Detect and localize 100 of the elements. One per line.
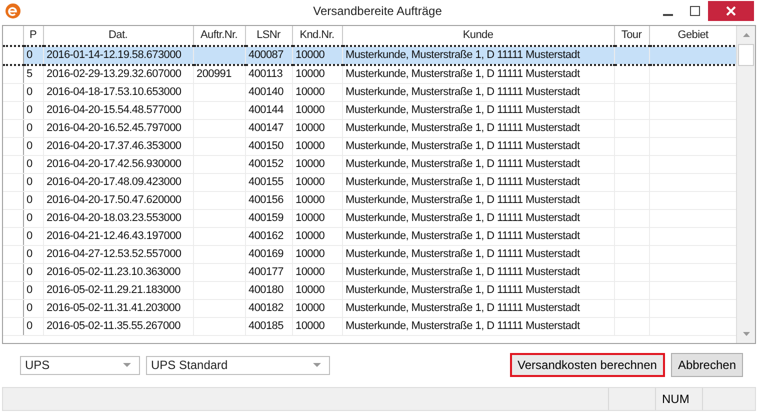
table-cell: 400156	[245, 191, 292, 210]
table-cell: Musterkunde, Musterstraße 1, D 11111 Musterstadt	[342, 317, 614, 336]
table-cell: Musterkunde, Musterstraße 1, D 11111 Musterstadt	[342, 245, 614, 264]
scroll-up-icon[interactable]	[742, 32, 750, 37]
table-row[interactable]: 0 2016-04-20-17.50.47.620000 400156 10000 Musterkunde, Musterstraße 1, D 11111 Musterstadt	[3, 191, 736, 210]
table-row[interactable]: 0 2016-05-02-11.29.21.183000 400180 10000 Musterkunde, Musterstraße 1, D 11111 Musterstadt	[3, 281, 736, 300]
table-cell: Musterkunde, Musterstraße 1, D 11111 Musterstadt	[342, 173, 614, 192]
app-logo-icon	[5, 2, 21, 19]
table-cell	[614, 46, 649, 65]
calculate-button[interactable]: Versandkosten berechnen	[510, 353, 665, 378]
table-cell: 0	[23, 155, 43, 174]
table-cell: 2016-05-02-11.31.41.203000	[43, 299, 193, 318]
cancel-button[interactable]: Abbrechen	[670, 353, 743, 378]
table-cell: 400152	[245, 155, 292, 174]
table-cell: 2016-04-27-12.53.52.557000	[43, 245, 193, 264]
table-cell: 2016-05-02-11.35.55.267000	[43, 317, 193, 336]
table-cell: 400169	[245, 245, 292, 264]
minimize-icon	[662, 14, 672, 16]
table-cell	[193, 46, 245, 65]
table-cell: 0	[23, 137, 43, 156]
table-cell: Musterkunde, Musterstraße 1, D 11111 Musterstadt	[342, 119, 614, 138]
table-cell: 400180	[245, 281, 292, 300]
table-cell: Musterkunde, Musterstraße 1, D 11111 Musterstadt	[342, 299, 614, 318]
table-cell: 10000	[292, 299, 342, 318]
table-cell: 10000	[292, 245, 342, 264]
scroll-down-icon[interactable]	[742, 332, 750, 336]
table-row[interactable]: 0 2016-04-27-12.53.52.557000 400169 10000 Musterkunde, Musterstraße 1, D 11111 Musterstadt	[3, 245, 736, 264]
scrollbar-thumb[interactable]	[738, 44, 754, 66]
table-cell: 10000	[292, 317, 342, 336]
table-cell: Musterkunde, Musterstraße 1, D 11111 Musterstadt	[342, 227, 614, 246]
dropdown-arrow-icon	[123, 363, 131, 368]
table-row[interactable]: 0 2016-05-02-11.23.10.363000 400177 10000 Musterkunde, Musterstraße 1, D 11111 Musterstadt	[3, 263, 736, 282]
table-cell: 10000	[292, 137, 342, 156]
table-cell: 400162	[245, 227, 292, 246]
window-title: Versandbereite Aufträge	[312, 4, 443, 18]
table-cell: 0	[23, 209, 43, 228]
table-cell: 400159	[245, 209, 292, 228]
table-cell: Musterkunde, Musterstraße 1, D 11111 Musterstadt	[342, 46, 614, 65]
table-cell: 2016-05-02-11.29.21.183000	[43, 281, 193, 300]
table-cell: 400087	[245, 46, 292, 65]
table-cell: 0	[23, 245, 43, 264]
table-row[interactable]: 0 2016-04-20-16.52.45.797000 400147 10000 Musterkunde, Musterstraße 1, D 11111 Musterstadt	[3, 119, 736, 138]
num-lock-indicator: NUM	[662, 392, 690, 406]
table-row[interactable]: 5 2016-02-29-13.29.32.607000 200991 400113 10000 Musterkunde, Musterstraße 1, D 11111 Musterstadt	[3, 64, 736, 84]
table-cell: 400182	[245, 299, 292, 318]
table-row[interactable]: 0 2016-01-14-12.19.58.673000 400087 10000 Musterkunde, Musterstraße 1, D 11111 Musterstadt	[3, 46, 736, 65]
table-cell: 2016-04-20-18.03.23.553000	[43, 209, 193, 228]
carrier-dropdown[interactable]: UPS	[20, 356, 140, 375]
table-cell: 10000	[292, 155, 342, 174]
scrollbar[interactable]	[736, 26, 755, 343]
table-cell: 2016-01-14-12.19.58.673000	[43, 46, 193, 65]
table-cell: 400144	[245, 101, 292, 120]
table-cell: 10000	[292, 209, 342, 228]
table-cell: Musterkunde, Musterstraße 1, D 11111 Musterstadt	[342, 83, 614, 102]
table-cell: 400113	[245, 64, 292, 84]
close-button[interactable]	[708, 0, 754, 21]
dropdown-arrow-icon	[313, 363, 321, 368]
table-cell: Musterkunde, Musterstraße 1, D 11111 Musterstadt	[342, 191, 614, 210]
table-row[interactable]: 0 2016-04-20-17.37.46.353000 400150 10000 Musterkunde, Musterstraße 1, D 11111 Musterstadt	[3, 137, 736, 156]
table-cell: 0	[23, 191, 43, 210]
table-row[interactable]: 0 2016-05-02-11.35.55.267000 400185 10000 Musterkunde, Musterstraße 1, D 11111 Musterstadt	[3, 317, 736, 336]
row-header[interactable]	[3, 46, 23, 65]
table-row[interactable]: 0 2016-04-20-17.42.56.930000 400152 10000 Musterkunde, Musterstraße 1, D 11111 Musterstadt	[3, 155, 736, 174]
table-cell: 2016-04-18-17.53.10.653000	[43, 83, 193, 102]
table-cell: 10000	[292, 227, 342, 246]
table-cell: 10000	[292, 46, 342, 65]
table-cell: 2016-04-21-12.46.43.197000	[43, 227, 193, 246]
table-cell: 5	[23, 64, 43, 84]
table-cell: 0	[23, 299, 43, 318]
maximize-icon	[690, 6, 700, 16]
table-cell: 200991	[193, 64, 245, 84]
table-row[interactable]: 0 2016-04-18-17.53.10.653000 400140 10000 Musterkunde, Musterstraße 1, D 11111 Musterstadt	[3, 83, 736, 102]
table-cell: 0	[23, 317, 43, 336]
table-cell: 0	[23, 83, 43, 102]
table-cell: 0	[23, 46, 43, 65]
table-cell: 2016-02-29-13.29.32.607000	[43, 64, 193, 84]
table-row[interactable]: 0 2016-05-02-11.31.41.203000 400182 10000 Musterkunde, Musterstraße 1, D 11111 Musterstadt	[3, 299, 736, 318]
table-cell: 10000	[292, 83, 342, 102]
table-cell: 400150	[245, 137, 292, 156]
table-cell: 2016-04-20-16.52.45.797000	[43, 119, 193, 138]
table-row[interactable]: 0 2016-04-21-12.46.43.197000 400162 10000 Musterkunde, Musterstraße 1, D 11111 Musterstadt	[3, 227, 736, 246]
table-cell: 10000	[292, 191, 342, 210]
table-cell: 400177	[245, 263, 292, 282]
table-cell: 400147	[245, 119, 292, 138]
table-cell: Musterkunde, Musterstraße 1, D 11111 Musterstadt	[342, 64, 614, 84]
table-row[interactable]: 0 2016-04-20-17.48.09.423000 400155 10000 Musterkunde, Musterstraße 1, D 11111 Musterstadt	[3, 173, 736, 192]
table-row[interactable]: 0 2016-04-20-15.54.48.577000 400144 10000 Musterkunde, Musterstraße 1, D 11111 Musterstadt	[3, 101, 736, 120]
table-cell: 10000	[292, 263, 342, 282]
table-cell: 0	[23, 227, 43, 246]
table-row[interactable]: 0 2016-04-20-18.03.23.553000 400159 10000 Musterkunde, Musterstraße 1, D 11111 Musterstadt	[3, 209, 736, 228]
table-cell: Musterkunde, Musterstraße 1, D 11111 Musterstadt	[342, 263, 614, 282]
table-cell: Musterkunde, Musterstraße 1, D 11111 Musterstadt	[342, 209, 614, 228]
table-cell: 0	[23, 263, 43, 282]
table-cell: 2016-04-20-17.48.09.423000	[43, 173, 193, 192]
table-cell: Musterkunde, Musterstraße 1, D 11111 Musterstadt	[342, 155, 614, 174]
table-cell: 0	[23, 173, 43, 192]
close-icon	[726, 6, 736, 16]
table-cell: 400155	[245, 173, 292, 192]
service-dropdown[interactable]: UPS Standard	[146, 356, 330, 375]
table-cell: 2016-04-20-17.37.46.353000	[43, 137, 193, 156]
